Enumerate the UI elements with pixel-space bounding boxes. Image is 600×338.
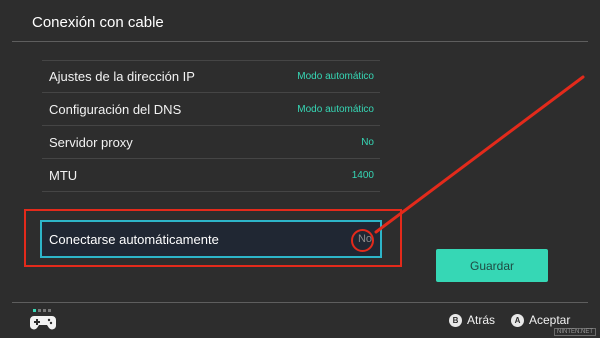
header-divider <box>12 41 588 42</box>
setting-value: 1400 <box>351 169 374 181</box>
save-button[interactable]: Guardar <box>436 249 548 282</box>
setting-row-auto-connect[interactable]: Conectarse automáticamente No <box>40 220 382 258</box>
back-label: Atrás <box>467 313 496 327</box>
footer-accept-action[interactable]: A Aceptar <box>511 313 570 327</box>
setting-label: Configuración del DNS <box>49 101 182 117</box>
b-button-icon: B <box>449 313 462 327</box>
setting-label: Ajustes de la dirección IP <box>49 69 195 84</box>
page-title: Conexión con cable <box>32 14 164 31</box>
setting-row-ip[interactable]: Ajustes de la dirección IP Modo automáti… <box>42 60 380 93</box>
setting-label: Servidor proxy <box>49 134 133 150</box>
setting-row-proxy[interactable]: Servidor proxy No <box>42 126 380 159</box>
setting-label: MTU <box>49 167 78 183</box>
accept-label: Aceptar <box>529 313 571 327</box>
setting-row-dns[interactable]: Configuración del DNS Modo automático <box>42 93 380 126</box>
setting-value: Modo automático <box>297 103 374 115</box>
setting-row-mtu[interactable]: MTU 1400 <box>42 159 380 192</box>
joycon-controller-icon <box>30 309 56 330</box>
footer-back-action[interactable]: B Atrás <box>449 313 495 327</box>
setting-value: No <box>361 136 374 148</box>
a-button-icon: A <box>511 313 524 327</box>
setting-label: Conectarse automáticamente <box>49 231 219 247</box>
footer-divider <box>12 302 588 303</box>
setting-value: Modo automático <box>297 71 374 82</box>
annotation-circle <box>351 229 374 252</box>
settings-list: Ajustes de la dirección IP Modo automáti… <box>42 60 380 192</box>
watermark: NINTEN.NET <box>554 328 596 336</box>
